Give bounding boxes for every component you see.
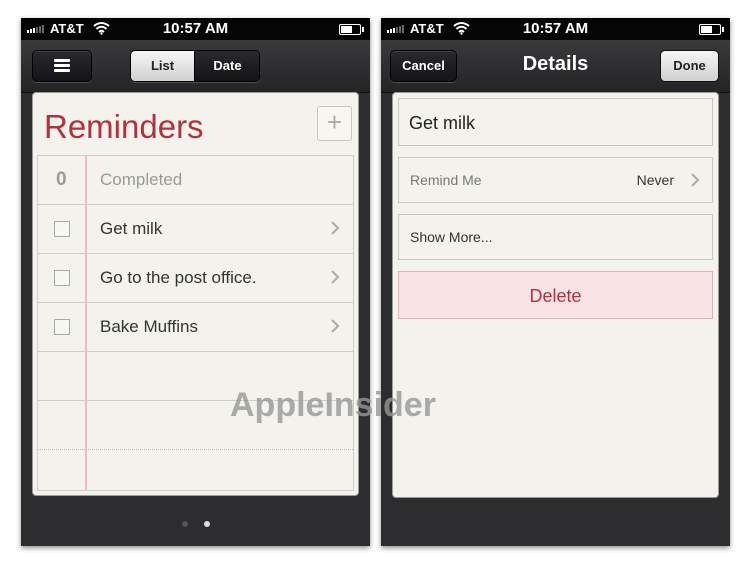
watermark: AppleInsider	[230, 386, 436, 424]
completed-label: Completed	[100, 170, 183, 189]
reminder-details-screen: AT&T 10:57 AM Cancel Details Done Get mi…	[381, 18, 730, 546]
add-reminder-button[interactable]: +	[317, 106, 352, 141]
page-dot-active	[203, 521, 210, 527]
page-dot	[181, 521, 188, 527]
battery-icon	[699, 24, 724, 35]
reminder-label: Go to the post office.	[100, 268, 257, 287]
clock-time: 10:57 AM	[522, 20, 589, 37]
completed-count: 0	[56, 169, 67, 190]
reminder-title-field[interactable]: Get milk	[398, 98, 713, 146]
segment-list[interactable]: List	[131, 51, 194, 81]
nav-bar: List Date	[21, 40, 370, 93]
nav-bar: Cancel Details Done	[381, 40, 730, 93]
clock-time: 10:57 AM	[162, 20, 229, 37]
margin-line	[85, 156, 87, 490]
reminder-checkbox[interactable]	[54, 221, 70, 237]
chevron-right-icon	[691, 173, 700, 187]
reminder-list: 0 Completed Get milk Go to the post offi…	[37, 155, 354, 491]
page-indicator[interactable]	[21, 514, 370, 532]
add-icon: +	[326, 107, 343, 137]
reminders-paper: Reminders + 0 Completed Get milk Go to t…	[32, 92, 359, 496]
remind-me-label: Remind Me	[410, 172, 482, 188]
details-paper: Get milk Remind Me Never Show More... De…	[392, 92, 719, 498]
reminder-label: Bake Muffins	[100, 317, 198, 336]
delete-button[interactable]: Delete	[398, 271, 713, 319]
hamburger-menu-icon	[54, 59, 70, 73]
remind-me-row[interactable]: Remind Me Never	[398, 157, 713, 203]
chevron-right-icon[interactable]	[329, 221, 341, 235]
status-bar: AT&T 10:57 AM	[381, 18, 730, 40]
chevron-right-icon[interactable]	[329, 319, 341, 333]
reminders-list-screen: AT&T 10:57 AM List Date Reminders + 0 Co…	[21, 18, 370, 546]
chevron-right-icon[interactable]	[329, 270, 341, 284]
show-more-row[interactable]: Show More...	[398, 214, 713, 260]
status-bar: AT&T 10:57 AM	[21, 18, 370, 40]
remind-me-value: Never	[636, 172, 674, 188]
view-segmented-control: List Date	[130, 50, 260, 82]
delete-label: Delete	[529, 286, 582, 306]
segment-date[interactable]: Date	[194, 51, 259, 81]
show-more-label: Show More...	[410, 229, 493, 245]
reminder-checkbox[interactable]	[54, 270, 70, 286]
reminder-label: Get milk	[100, 219, 163, 238]
battery-icon	[339, 24, 364, 35]
lists-menu-button[interactable]	[32, 50, 92, 82]
list-title: Reminders	[44, 108, 204, 145]
reminder-title-text: Get milk	[409, 113, 476, 133]
reminder-checkbox[interactable]	[54, 319, 70, 335]
done-button[interactable]: Done	[660, 50, 719, 82]
